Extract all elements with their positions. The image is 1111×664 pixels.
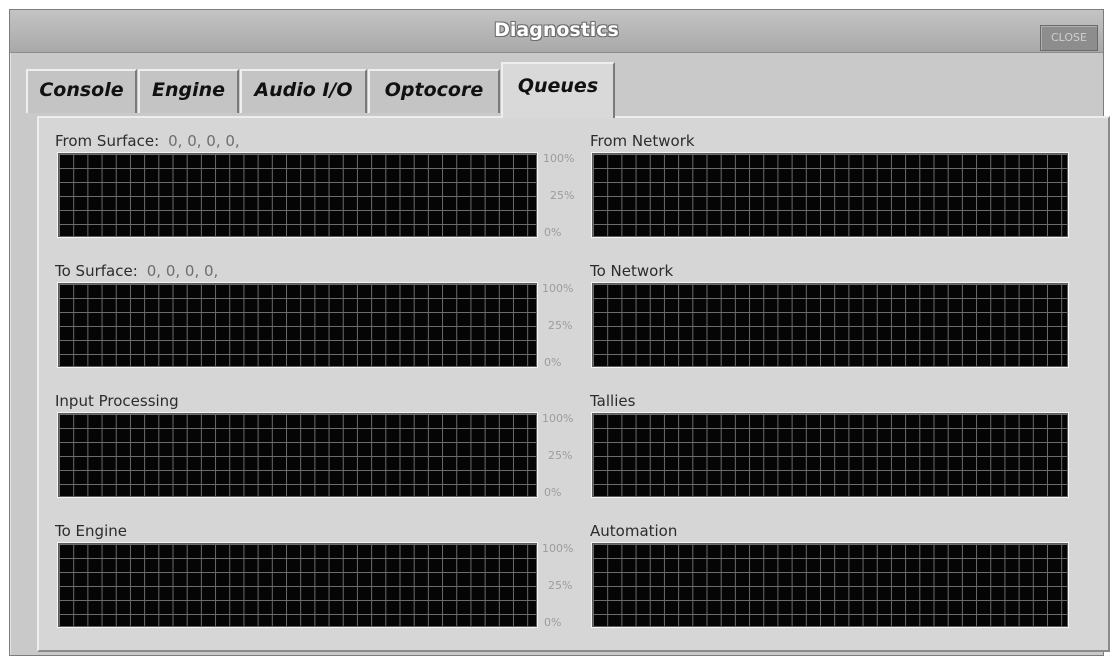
input-processing-label: Input Processing	[55, 392, 179, 410]
to-surface-label: To Surface: 0, 0, 0, 0,	[55, 262, 219, 280]
input-processing-graph	[58, 413, 537, 497]
scale-25-label: 25%	[548, 449, 573, 462]
scale-0-label: 0%	[544, 356, 562, 369]
scale-0-label: 0%	[544, 486, 562, 499]
to-network-graph	[592, 283, 1068, 367]
scale-25-label: 25%	[550, 189, 575, 202]
from-network-label: From Network	[590, 132, 695, 150]
to-engine-label: To Engine	[55, 522, 127, 540]
tab-queues[interactable]: Queues	[501, 62, 615, 118]
to-surface-values: 0, 0, 0, 0,	[146, 262, 219, 280]
automation-graph	[592, 543, 1068, 627]
close-button[interactable]: CLOSE	[1040, 25, 1098, 51]
tallies-graph	[592, 413, 1068, 497]
tab-optocore[interactable]: Optocore	[368, 69, 500, 113]
tallies-label: Tallies	[590, 392, 636, 410]
from-surface-values: 0, 0, 0, 0,	[168, 132, 240, 150]
from-network-graph	[592, 153, 1068, 237]
tab-engine[interactable]: Engine	[138, 69, 239, 113]
diagnostics-window: Diagnostics CLOSE Console Engine Audio I…	[9, 9, 1110, 656]
scale-0-label: 0%	[544, 226, 562, 239]
scale-100-label: 100%	[542, 412, 574, 425]
scale-100-label: 100%	[542, 282, 574, 295]
scale-100-label: 100%	[542, 542, 574, 555]
tab-audio-io[interactable]: Audio I/O	[240, 69, 367, 113]
tab-console[interactable]: Console	[26, 69, 137, 113]
scale-25-label: 25%	[548, 579, 573, 592]
window-title: Diagnostics	[494, 19, 619, 41]
from-surface-label: From Surface: 0, 0, 0, 0,	[55, 132, 240, 150]
to-surface-graph	[58, 283, 537, 367]
title-bar[interactable]: Diagnostics CLOSE	[10, 10, 1103, 53]
automation-label: Automation	[590, 522, 678, 540]
to-engine-graph	[58, 543, 537, 627]
queues-panel: From Surface: 0, 0, 0, 0, 100% 25% 0% Fro…	[37, 116, 1110, 652]
to-network-label: To Network	[590, 262, 674, 280]
scale-100-label: 100%	[543, 152, 575, 165]
scale-0-label: 0%	[544, 616, 562, 629]
from-surface-graph	[58, 153, 537, 237]
scale-25-label: 25%	[548, 319, 573, 332]
